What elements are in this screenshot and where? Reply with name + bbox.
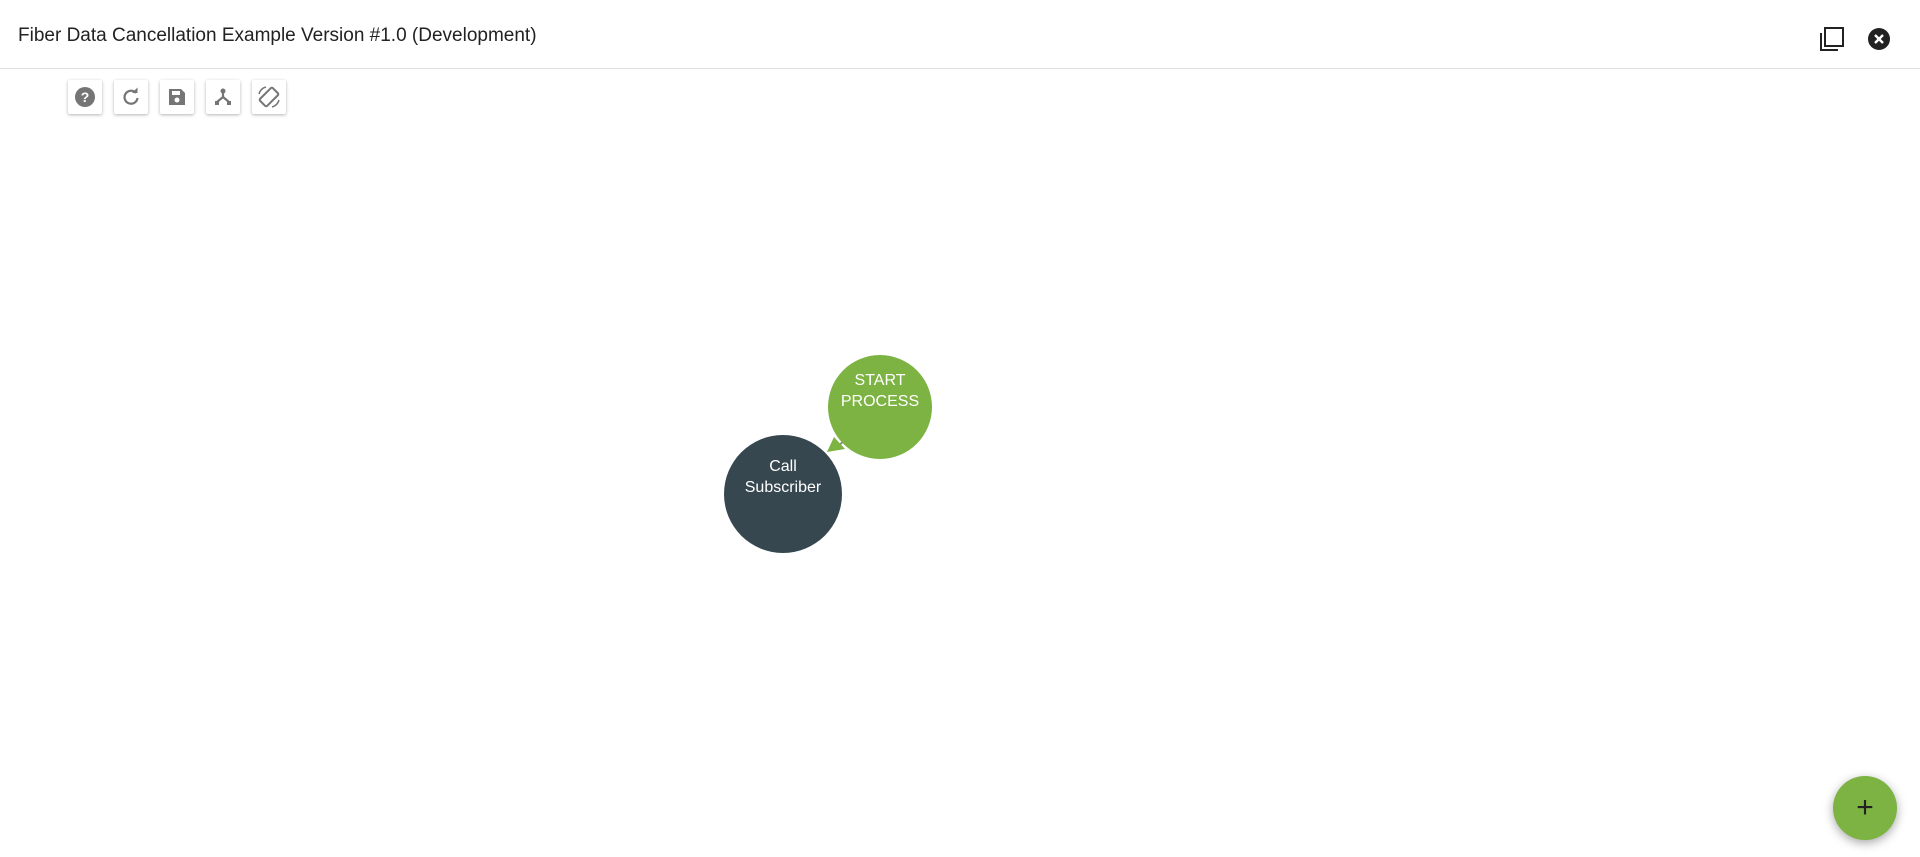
page-title: Fiber Data Cancellation Example Version …	[18, 25, 537, 46]
close-button[interactable]	[1867, 27, 1891, 56]
node-label-line2: Subscriber	[744, 479, 822, 496]
edge-layer	[827, 435, 851, 452]
node-label-line1: Call	[769, 458, 797, 475]
node-label-line1: START	[854, 372, 906, 389]
node-call-subscriber[interactable]: Call Subscriber	[724, 435, 842, 553]
close-icon	[1868, 28, 1890, 50]
plus-icon: +	[1856, 791, 1874, 824]
header: Fiber Data Cancellation Example Version …	[0, 0, 1920, 69]
node-label-line2: PROCESS	[840, 393, 920, 410]
maximize-button[interactable]	[1818, 25, 1846, 58]
maximize-icon	[1820, 27, 1844, 51]
add-button[interactable]: +	[1833, 776, 1897, 840]
process-canvas[interactable]: START PROCESS Call Subscriber	[0, 69, 1920, 857]
node-start-process[interactable]: START PROCESS	[828, 355, 932, 459]
